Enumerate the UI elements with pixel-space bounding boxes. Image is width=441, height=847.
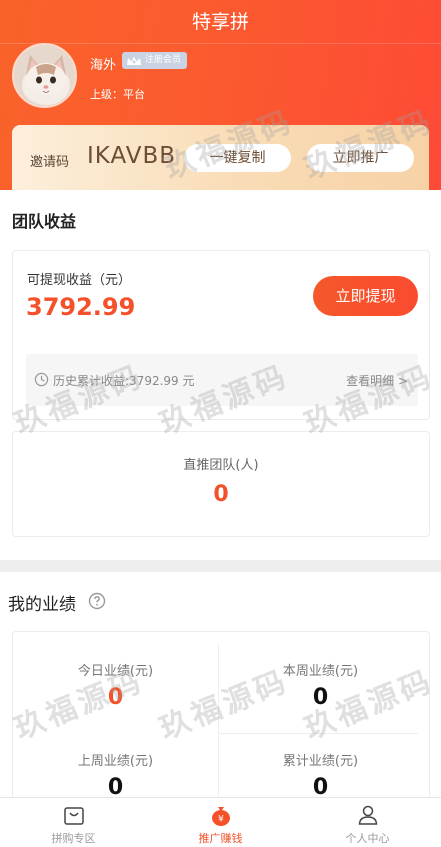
member-badge: 注册会员 [122, 52, 188, 69]
performance-title: 我的业绩 [8, 595, 76, 615]
history-earnings-row[interactable]: 历史累计收益:3792.99 元 查看明细 > [26, 354, 418, 406]
direct-team-count: 0 [213, 482, 229, 507]
shopping-bag-icon [63, 807, 84, 825]
tab-label: 个人中心 [345, 832, 390, 845]
user-nickname: 海外 [90, 58, 117, 73]
performance-card: 今日业绩(元) 0 本周业绩(元) 0 上周业绩(元) 0 累计业绩(元) 0 [12, 631, 430, 811]
withdrawable-amount: 3792.99 [26, 293, 136, 321]
view-details-link[interactable]: 查看明细 > [346, 372, 408, 389]
tab-label: 拼购专区 [51, 832, 96, 845]
user-icon [358, 805, 377, 825]
grid-divider-horizontal [218, 733, 418, 734]
invite-code: IKAVBB [87, 143, 177, 169]
metric-total: 累计业绩(元) 0 [218, 750, 423, 800]
header-banner: 特享拼 海外 注册会员 上级：平台 邀请码 IKAVBB 一键复制 立即推广 [0, 0, 441, 190]
withdrawable-label: 可提现收益（元） [27, 273, 132, 288]
avatar[interactable] [12, 43, 77, 108]
section-divider [0, 560, 441, 572]
metric-label: 上周业绩(元) [77, 754, 154, 769]
tab-label: 推广赚钱 [198, 832, 243, 845]
invite-card: 邀请码 IKAVBB 一键复制 立即推广 [12, 125, 429, 190]
metric-today: 今日业绩(元) 0 [13, 660, 218, 710]
tab-promote[interactable]: ¥ 推广赚钱 [147, 798, 294, 847]
member-badge-label: 注册会员 [145, 55, 182, 65]
metric-last-week: 上周业绩(元) 0 [13, 750, 218, 800]
direct-team-card[interactable]: 直推团队(人) 0 [12, 431, 430, 537]
help-icon[interactable] [88, 592, 106, 610]
copy-code-button[interactable]: 一键复制 [184, 144, 291, 172]
upline-text: 上级：平台 [90, 88, 145, 101]
metric-this-week: 本周业绩(元) 0 [218, 660, 423, 710]
metric-label: 本周业绩(元) [282, 664, 359, 679]
earnings-card: 可提现收益（元） 3792.99 立即提现 历史累计收益:3792.99 元 查… [12, 250, 430, 420]
promote-button[interactable]: 立即推广 [307, 144, 414, 172]
team-earnings-title: 团队收益 [12, 212, 77, 231]
metric-label: 今日业绩(元) [77, 664, 154, 679]
metric-value: 0 [107, 685, 124, 710]
svg-text:¥: ¥ [218, 815, 224, 825]
tab-profile[interactable]: 个人中心 [294, 798, 441, 847]
page-title: 特享拼 [0, 0, 441, 44]
withdraw-button[interactable]: 立即提现 [313, 276, 418, 316]
metric-label: 累计业绩(元) [282, 754, 359, 769]
metric-value: 0 [312, 685, 329, 710]
clock-icon [34, 372, 49, 387]
bottom-tab-bar: 拼购专区 ¥ 推广赚钱 个人中心 [0, 797, 441, 847]
invite-code-label: 邀请码 [30, 155, 70, 170]
direct-team-label: 直推团队(人) [183, 458, 259, 473]
cat-avatar-image [14, 45, 75, 106]
money-bag-icon: ¥ [211, 807, 230, 826]
crown-icon [127, 56, 141, 65]
tab-shopping[interactable]: 拼购专区 [0, 798, 147, 847]
history-earnings-text: 历史累计收益:3792.99 元 [53, 374, 195, 388]
